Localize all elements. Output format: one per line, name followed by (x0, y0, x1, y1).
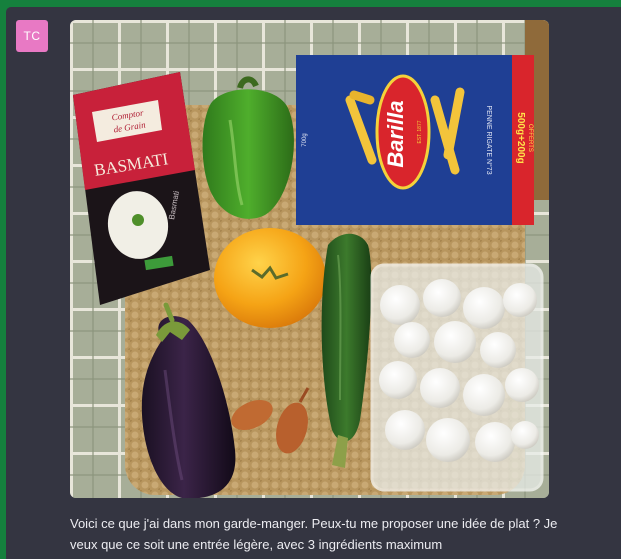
message-line-1: Voici ce que j'ai dans mon garde-manger.… (70, 516, 558, 531)
message-line-2: veux que ce soit une entrée légère, avec… (70, 537, 443, 552)
mushroom-tray (370, 263, 544, 492)
user-avatar: TC (16, 20, 48, 52)
pasta-weight-label: 700g (302, 133, 308, 146)
pasta-promo-small: OFFERTS (527, 124, 533, 152)
chat-message-panel: TC Comptor de Grain BASMATI Basmati Bari… (6, 7, 621, 559)
pasta-product-label: PENNE RIGATE N°73 (485, 105, 493, 174)
green-pepper (202, 76, 294, 219)
user-message-text: Voici ce que j'ai dans mon garde-manger.… (70, 513, 621, 555)
user-initials: TC (23, 29, 41, 43)
pasta-brand-logo: Barilla (383, 100, 408, 167)
pasta-promo-big: 500g+200g (515, 112, 526, 163)
pantry-photo-drawing: Comptor de Grain BASMATI Basmati Barilla (70, 20, 549, 498)
pantry-photo[interactable]: Comptor de Grain BASMATI Basmati Barilla (70, 20, 549, 498)
pasta-est-label: EST. 1877 (417, 120, 423, 143)
yellow-tomato (214, 228, 326, 328)
barilla-penne-box: Barilla EST. 1877 PENNE RIGATE N°73 500g… (296, 55, 534, 225)
